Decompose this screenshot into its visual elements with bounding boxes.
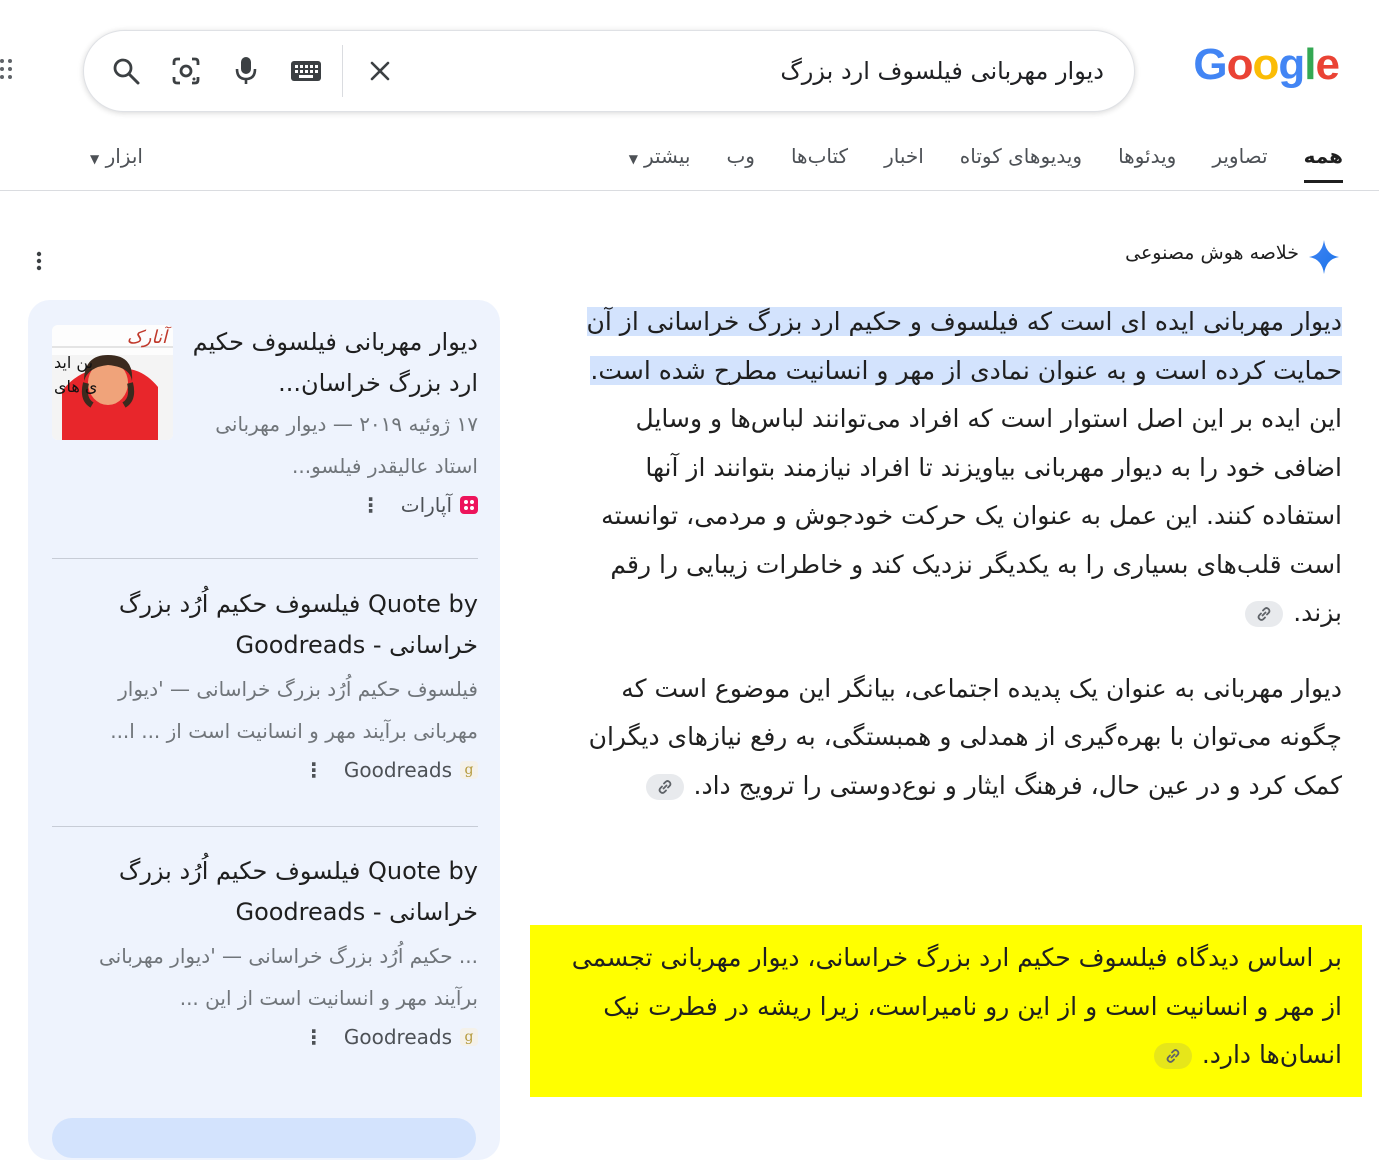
card-divider: [52, 826, 478, 827]
source-title[interactable]: دیوار مهربانی فیلسوف حکیم ارد بزرگ خراسا…: [52, 322, 478, 404]
keyboard-icon[interactable]: [288, 53, 324, 89]
link-icon[interactable]: [645, 773, 684, 800]
source-snippet: ... حکیم اُرُد بزرگ خراسانی — 'دیوار مهر…: [98, 944, 478, 1010]
tab-more[interactable]: بیشتر ▼: [629, 144, 691, 183]
ai-overview-text: دیوار مهربانی ایده ای است که فیلسوف و حک…: [562, 298, 1342, 810]
aparat-icon: [460, 496, 478, 514]
tab-videos[interactable]: ویدئوها: [1118, 144, 1176, 183]
google-logo[interactable]: Google: [1193, 40, 1341, 90]
tab-books[interactable]: کتاب‌ها: [791, 144, 848, 183]
logo-letter: o: [1226, 40, 1254, 89]
tab-more-label: بیشتر: [643, 144, 691, 168]
ai-paragraph: بر اساس دیدگاه فیلسوف حکیم ارد بزرگ خراس…: [562, 934, 1342, 1080]
paragraph-text: این ایده بر این اصل استوار است که افراد …: [601, 404, 1342, 627]
tools-label: ابزار: [105, 144, 143, 168]
source-site-name: آپارات: [400, 493, 452, 517]
highlighted-text: دیوار مهربانی ایده ای است که فیلسوف و حک…: [586, 307, 1342, 385]
logo-letter: g: [1278, 40, 1305, 89]
logo-letter: l: [1304, 40, 1316, 89]
more-options-icon[interactable]: ⋮: [361, 493, 381, 517]
search-tabs: همه تصاویر ویدئوها ویدیوهای کوتاه اخبار …: [593, 144, 1343, 183]
tab-news[interactable]: اخبار: [884, 144, 924, 183]
search-input[interactable]: دیوار مهربانی فیلسوف ارد بزرگ: [780, 57, 1104, 85]
source-site-name: Goodreads: [343, 1025, 452, 1049]
mic-icon[interactable]: [228, 53, 264, 89]
search-divider: [342, 45, 343, 97]
source-site: g Goodreads ⋮: [52, 758, 478, 782]
tab-web[interactable]: وب: [726, 144, 755, 183]
search-box[interactable]: دیوار مهربانی فیلسوف ارد بزرگ: [83, 30, 1135, 112]
source-title[interactable]: Quote by فیلسوف حکیم اُرُد بزرگ خراسانی …: [52, 584, 478, 666]
source-card[interactable]: Quote by فیلسوف حکیم اُرُد بزرگ خراسانی …: [52, 851, 478, 1049]
ai-paragraph: دیوار مهربانی به عنوان یک پدیده اجتماعی،…: [562, 665, 1342, 811]
card-divider: [52, 558, 478, 559]
source-site-name: Goodreads: [343, 758, 452, 782]
logo-letter: o: [1252, 40, 1280, 89]
more-options-icon[interactable]: ⋮: [304, 758, 324, 782]
search-icon[interactable]: [108, 53, 144, 89]
apps-icon[interactable]: [0, 58, 12, 82]
logo-letter: G: [1193, 40, 1227, 89]
logo-letter: e: [1315, 40, 1341, 89]
ai-paragraph: دیوار مهربانی ایده ای است که فیلسوف و حک…: [562, 298, 1342, 638]
sparkle-icon: [1307, 238, 1341, 276]
goodreads-icon: g: [460, 1028, 478, 1046]
source-site: آپارات ⋮: [52, 493, 478, 517]
chevron-down-icon: ▼: [628, 152, 638, 166]
source-card[interactable]: Quote by فیلسوف حکیم اُرُد بزرگ خراسانی …: [52, 584, 478, 782]
show-all-button[interactable]: [52, 1118, 476, 1158]
paragraph-text: دیوار مهربانی به عنوان یک پدیده اجتماعی،…: [588, 673, 1342, 800]
goodreads-icon: g: [460, 761, 478, 779]
header-divider: [0, 190, 1379, 191]
source-site: g Goodreads ⋮: [52, 1025, 478, 1049]
tools-button[interactable]: ابزار ▼: [90, 144, 143, 168]
lens-icon[interactable]: [168, 53, 204, 89]
source-snippet: ۱۷ ژوئیه ۲۰۱۹ — دیوار مهربانی استاد عالی…: [215, 412, 478, 478]
source-card[interactable]: دیوار مهربانی فیلسوف حکیم ارد بزرگ خراسا…: [52, 322, 478, 517]
chevron-down-icon: ▼: [90, 152, 100, 166]
clear-icon[interactable]: [362, 53, 398, 89]
tab-short-videos[interactable]: ویدیوهای کوتاه: [960, 144, 1082, 183]
source-title[interactable]: Quote by فیلسوف حکیم اُرُد بزرگ خراسانی …: [52, 851, 478, 933]
more-options-icon[interactable]: [34, 250, 44, 274]
link-icon[interactable]: [1245, 601, 1284, 627]
ai-overview-label: خلاصه هوش مصنوعی: [1125, 242, 1299, 264]
link-icon[interactable]: [1153, 1043, 1192, 1069]
paragraph-text: بر اساس دیدگاه فیلسوف حکیم ارد بزرگ خراس…: [571, 943, 1342, 1069]
tab-all[interactable]: همه: [1303, 144, 1343, 183]
tab-images[interactable]: تصاویر: [1212, 144, 1267, 183]
source-snippet: فیلسوف حکیم اُرُد بزرگ خراسانی — 'دیوار …: [110, 677, 478, 743]
more-options-icon[interactable]: ⋮: [304, 1025, 324, 1049]
